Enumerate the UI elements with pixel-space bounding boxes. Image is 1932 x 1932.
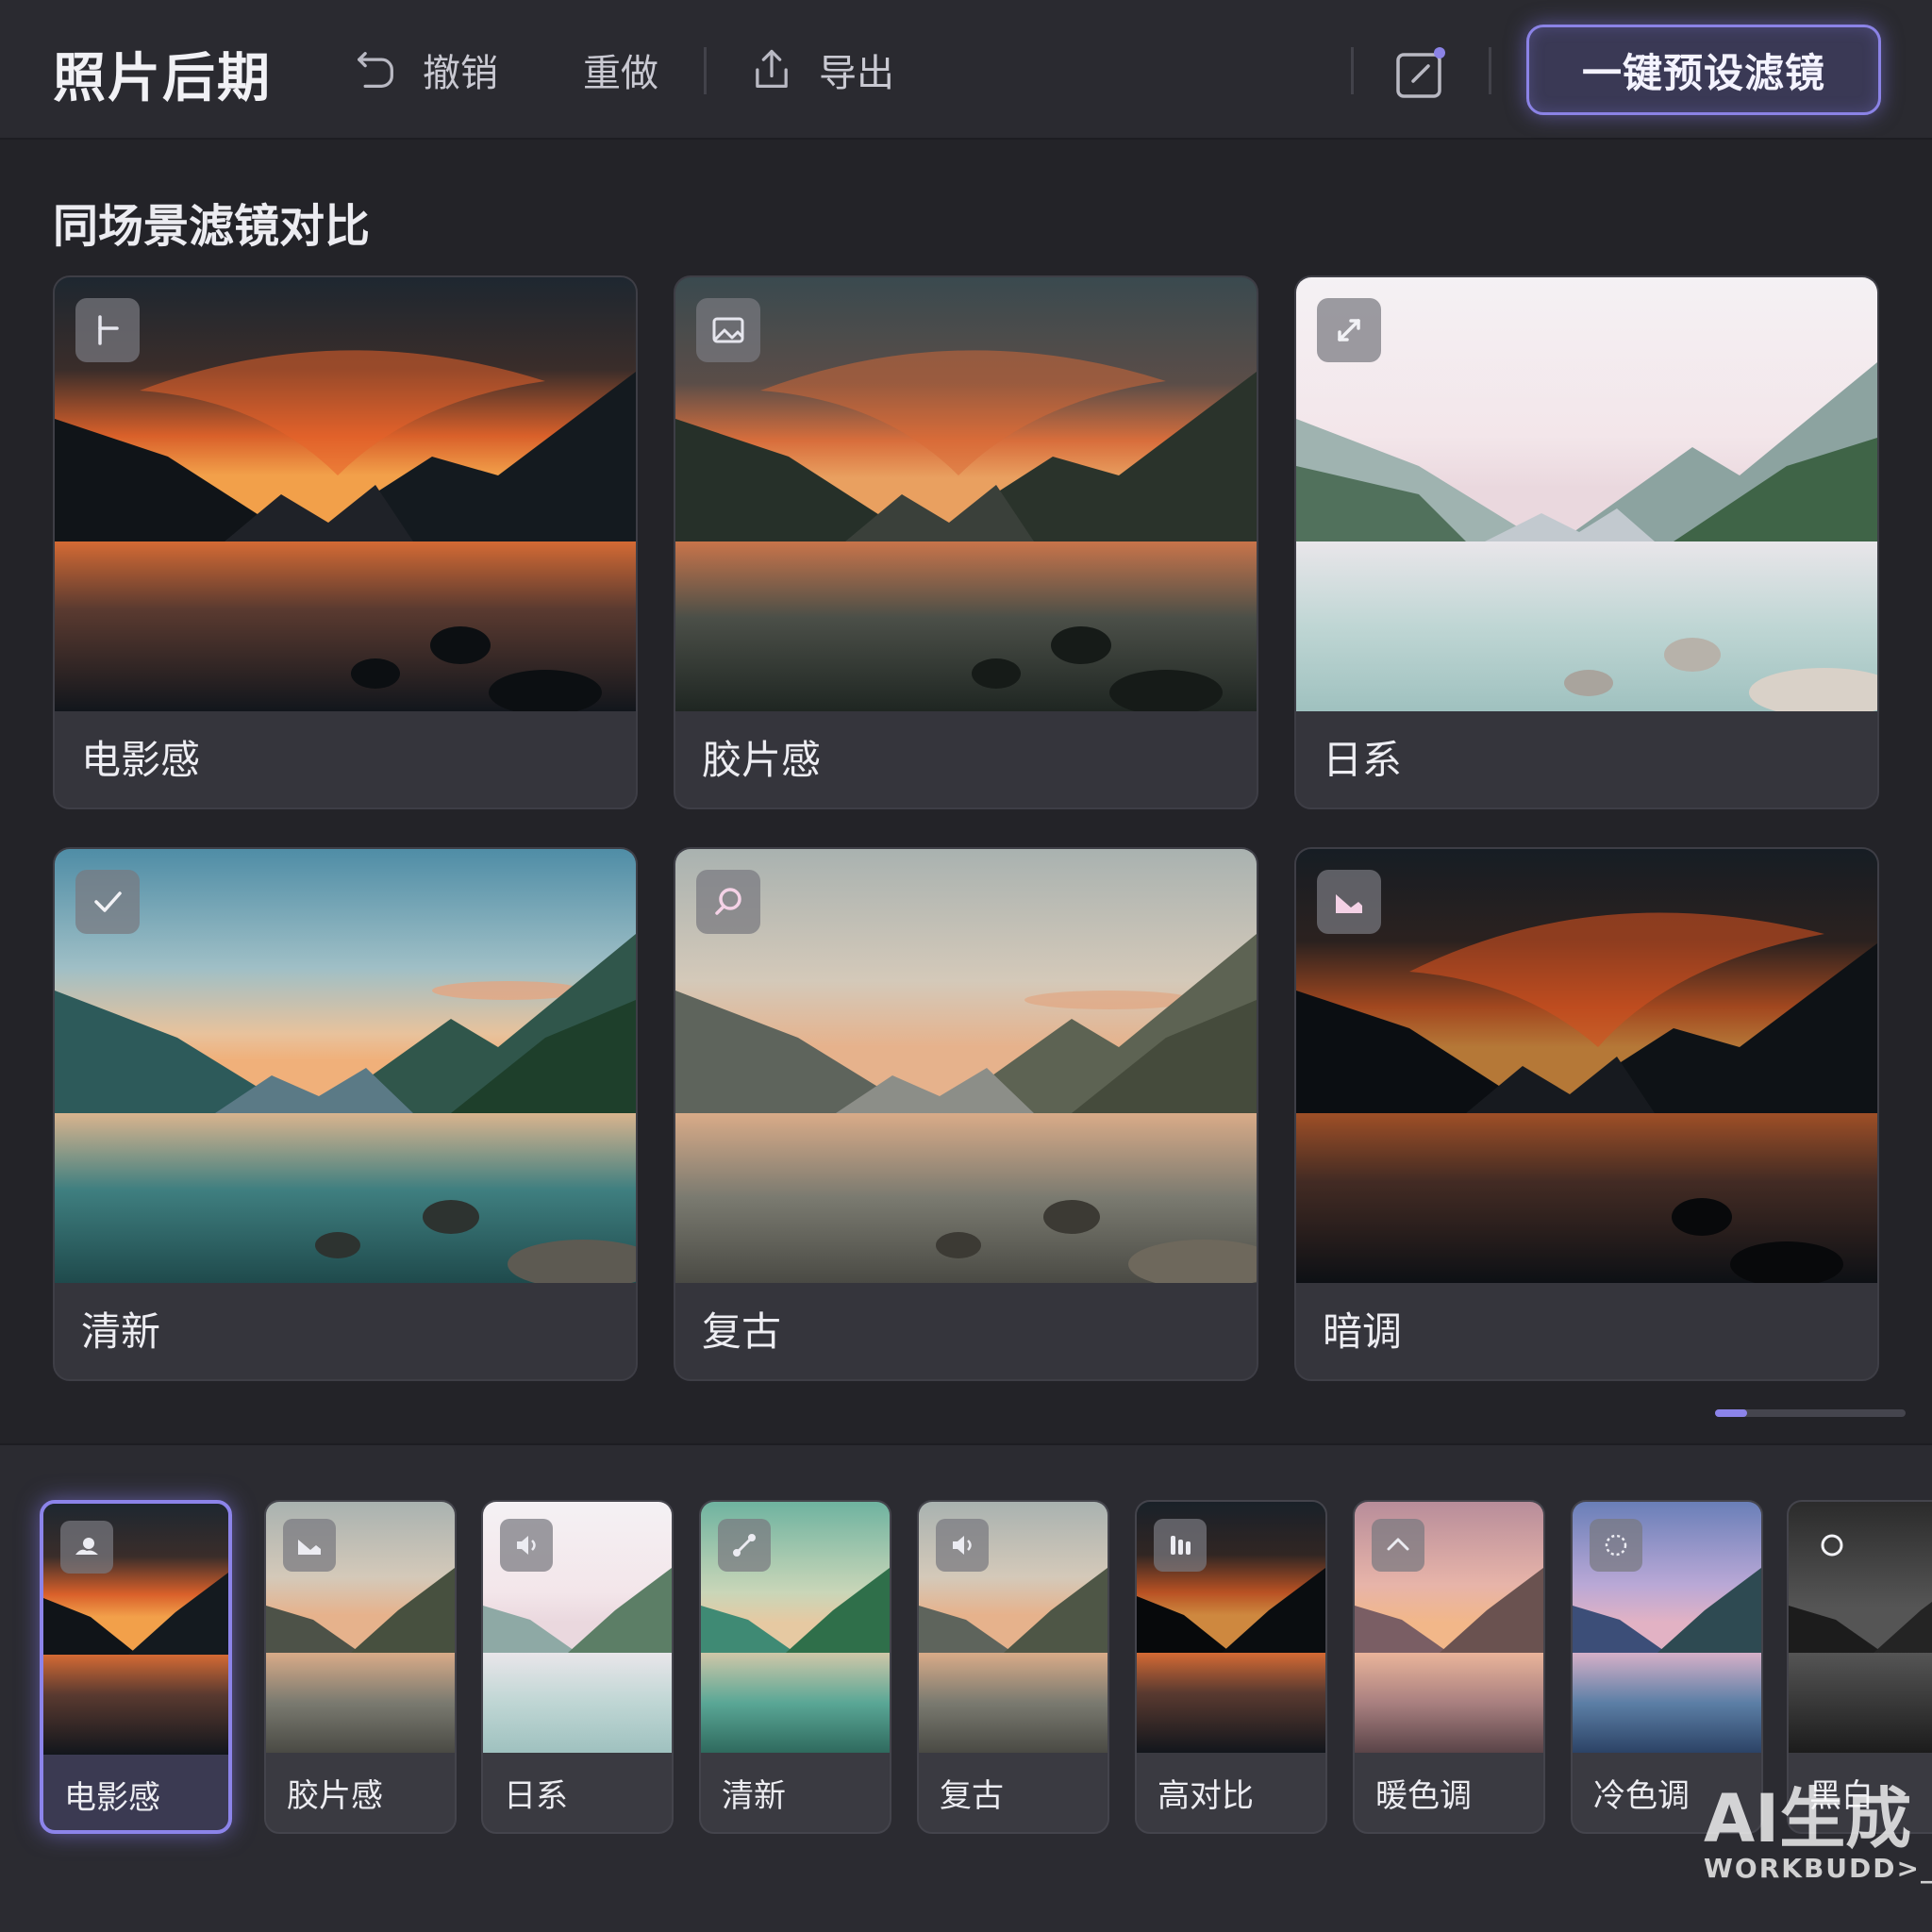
thumbnail-label: 冷色调 bbox=[1593, 1777, 1690, 1815]
check-icon bbox=[94, 891, 122, 912]
chevron-up-icon bbox=[1387, 1538, 1409, 1551]
image-icon bbox=[712, 317, 744, 343]
edit-notification-button[interactable] bbox=[1392, 43, 1451, 102]
landscape-icon bbox=[1336, 894, 1362, 913]
filter-card-cinematic[interactable]: 电影感 bbox=[53, 275, 638, 809]
weather-icon bbox=[75, 1538, 98, 1555]
thumbnail-warm[interactable]: 暖色调 bbox=[1353, 1500, 1545, 1834]
landscape-photo bbox=[55, 849, 636, 1283]
bars-icon bbox=[1171, 1536, 1191, 1555]
circle-icon bbox=[1821, 1534, 1843, 1557]
edit-icon bbox=[1396, 47, 1445, 98]
filter-card-label: 日系 bbox=[1323, 737, 1403, 783]
landscape-photo bbox=[1296, 277, 1877, 711]
check-badge[interactable] bbox=[75, 870, 140, 934]
export-label: 导出 bbox=[819, 52, 894, 95]
redo-label: 重做 bbox=[583, 52, 658, 95]
thumbnail-film[interactable]: 胶片感 bbox=[264, 1500, 457, 1834]
landscape-photo bbox=[675, 849, 1257, 1283]
thumbnail-label: 清新 bbox=[722, 1777, 786, 1815]
filter-card-label: 复古 bbox=[702, 1308, 782, 1355]
sound-icon bbox=[953, 1536, 972, 1555]
watermark-line2: WORKBUDD>_ bbox=[1704, 1853, 1932, 1884]
redo-button[interactable]: 重做 bbox=[583, 38, 658, 102]
expand-badge[interactable] bbox=[1317, 298, 1381, 362]
undo-button[interactable]: 撤销 bbox=[351, 38, 498, 102]
thumbnail-label: 暖色调 bbox=[1375, 1777, 1472, 1815]
thumbnail-japanese[interactable]: 日系 bbox=[481, 1500, 674, 1834]
crop-icon bbox=[98, 315, 119, 345]
brush-icon bbox=[733, 1534, 756, 1557]
undo-label: 撤销 bbox=[423, 52, 498, 95]
landscape-icon bbox=[298, 1540, 321, 1555]
landscape-badge[interactable] bbox=[1317, 870, 1381, 934]
sound-icon bbox=[517, 1536, 536, 1555]
toolbar-divider bbox=[1351, 47, 1354, 94]
thumbnail-label: 日系 bbox=[504, 1777, 568, 1815]
sound-badge[interactable] bbox=[500, 1519, 553, 1572]
search-badge[interactable] bbox=[696, 870, 760, 934]
watermark-line1: AI生成 bbox=[1704, 1780, 1912, 1857]
thumbnail-cinematic[interactable]: 电影感 bbox=[40, 1500, 232, 1834]
weather-badge[interactable] bbox=[60, 1521, 113, 1574]
bars-badge[interactable] bbox=[1154, 1519, 1207, 1572]
filter-card-label: 胶片感 bbox=[702, 737, 822, 783]
filter-card-label: 清新 bbox=[81, 1308, 161, 1355]
toolbar-divider bbox=[704, 47, 707, 94]
thumbnail-label: 高对比 bbox=[1158, 1777, 1254, 1815]
dashed-circle-icon bbox=[1605, 1534, 1627, 1557]
chevron-badge[interactable] bbox=[1372, 1519, 1424, 1572]
horizontal-scrollbar[interactable] bbox=[1715, 1409, 1906, 1417]
thumbnail-retro[interactable]: 复古 bbox=[917, 1500, 1109, 1834]
thumbnail-high-contrast[interactable]: 高对比 bbox=[1135, 1500, 1327, 1834]
filter-card-label: 暗调 bbox=[1323, 1308, 1403, 1355]
toolbar-divider bbox=[1489, 47, 1491, 94]
one-click-preset-button[interactable]: 一键预设滤镜 bbox=[1526, 25, 1881, 115]
ai-generated-watermark: AI生成 WORKBUDD>_ bbox=[1704, 1780, 1932, 1917]
thumbnail-label: 电影感 bbox=[64, 1779, 160, 1817]
filter-card-film[interactable]: 胶片感 bbox=[674, 275, 1258, 809]
landscape-badge[interactable] bbox=[283, 1519, 336, 1572]
thumbnail-label: 胶片感 bbox=[287, 1777, 383, 1815]
circle-badge[interactable] bbox=[1806, 1519, 1858, 1572]
image-badge[interactable] bbox=[696, 298, 760, 362]
undo-icon bbox=[358, 52, 393, 88]
landscape-photo bbox=[675, 277, 1257, 711]
app-title: 照片后期 bbox=[53, 48, 272, 109]
expand-icon bbox=[1338, 319, 1360, 341]
filter-card-dark[interactable]: 暗调 bbox=[1294, 847, 1879, 1381]
sound-badge[interactable] bbox=[936, 1519, 989, 1572]
filter-card-fresh[interactable]: 清新 bbox=[53, 847, 638, 1381]
landscape-photo bbox=[55, 277, 636, 711]
scrollbar-thumb[interactable] bbox=[1715, 1409, 1747, 1417]
filter-card-japanese[interactable]: 日系 bbox=[1294, 275, 1879, 809]
section-title: 同场景滤镜对比 bbox=[53, 200, 371, 253]
dashed-circle-badge[interactable] bbox=[1590, 1519, 1642, 1572]
thumbnail-label: 复古 bbox=[940, 1777, 1004, 1815]
export-icon bbox=[756, 49, 788, 88]
crop-badge[interactable] bbox=[75, 298, 140, 362]
filter-card-label: 电影感 bbox=[81, 737, 201, 783]
brush-badge[interactable] bbox=[718, 1519, 771, 1572]
search-icon bbox=[715, 888, 741, 915]
export-button[interactable]: 导出 bbox=[747, 38, 894, 102]
filter-card-retro[interactable]: 复古 bbox=[674, 847, 1258, 1381]
landscape-photo bbox=[1296, 849, 1877, 1283]
top-toolbar: 照片后期 撤销 重做 导出 一键预设滤镜 bbox=[0, 0, 1932, 140]
thumbnail-fresh[interactable]: 清新 bbox=[699, 1500, 891, 1834]
